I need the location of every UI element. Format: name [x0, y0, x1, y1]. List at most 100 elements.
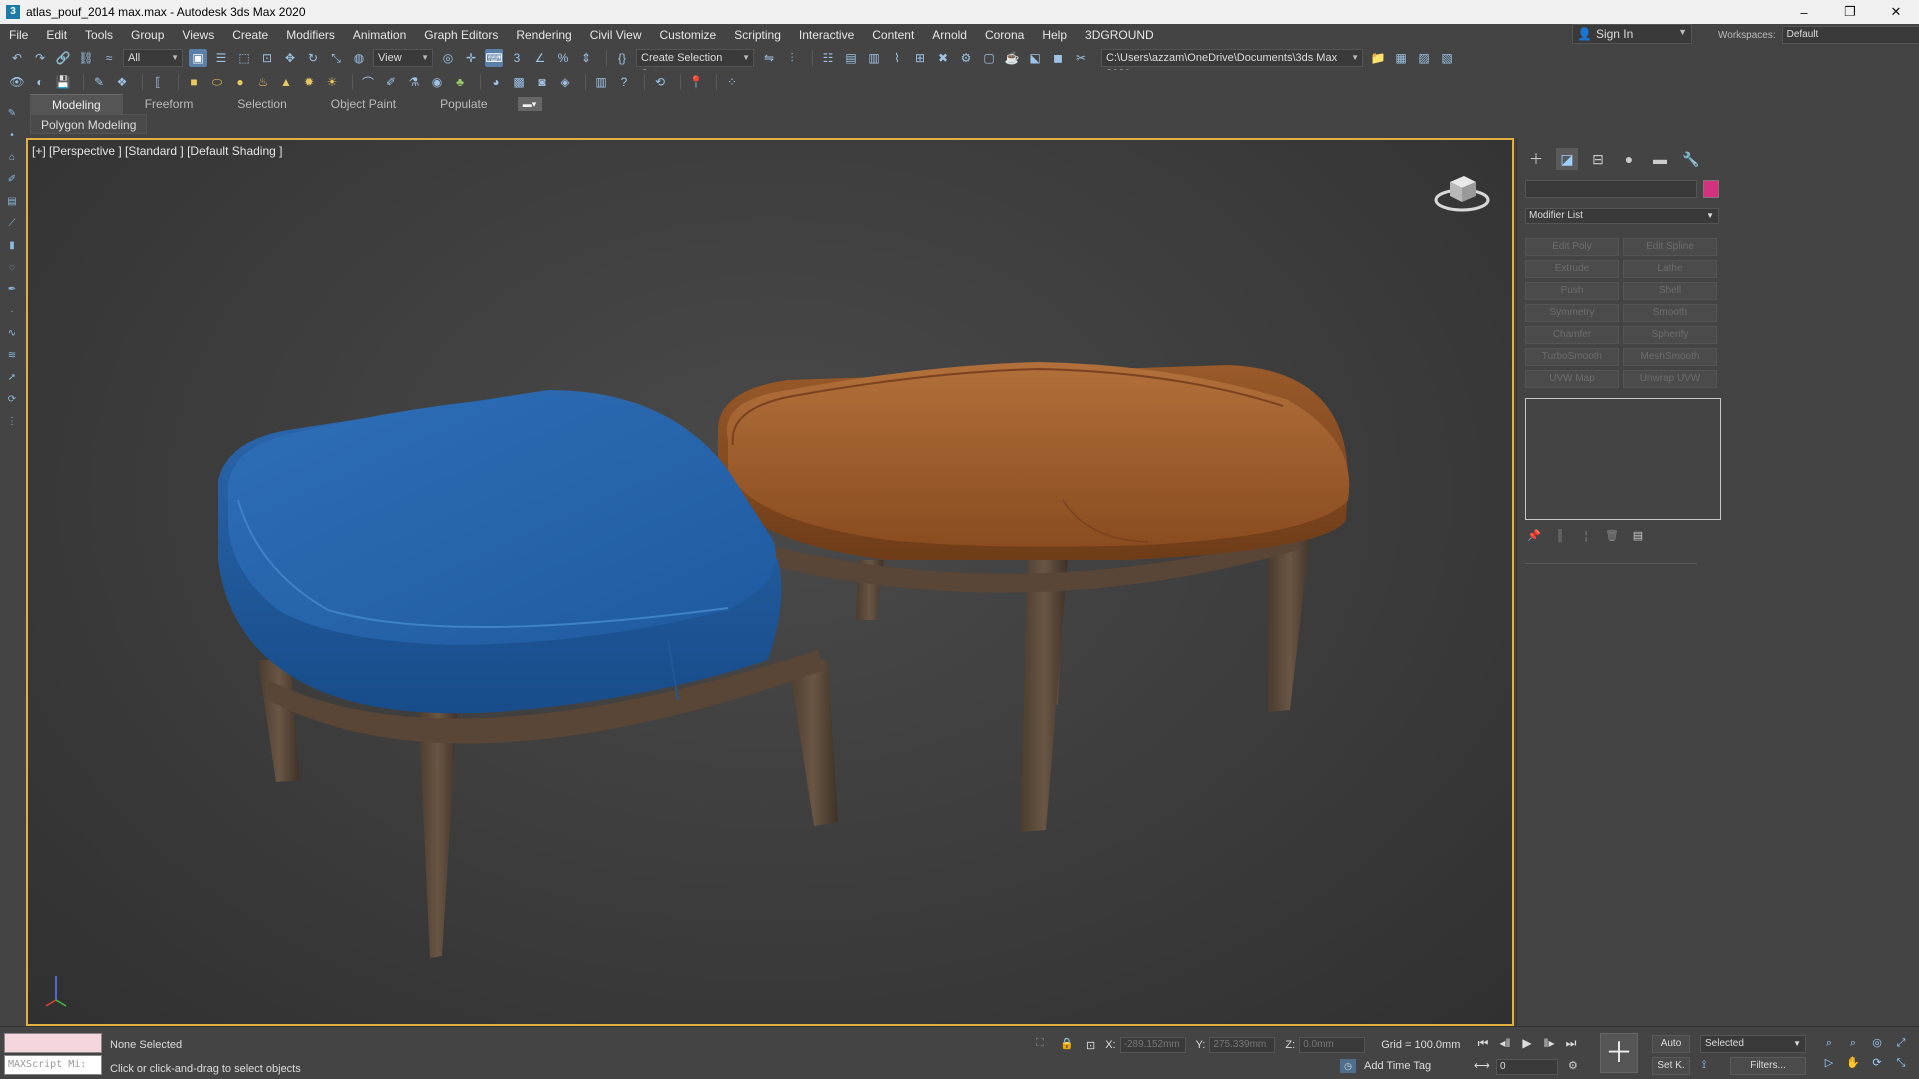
mirror-icon[interactable]: ⇋ — [760, 49, 778, 67]
keyboard-shortcut-icon[interactable]: ⌨ — [485, 49, 503, 67]
help-icon[interactable]: ? — [615, 73, 633, 91]
zoom-extents-all-icon[interactable]: ⤢ — [1892, 1035, 1910, 1051]
spinner-snap-icon[interactable]: ⇕ — [577, 49, 595, 67]
shapes-icon[interactable]: ✐ — [6, 174, 18, 186]
current-frame-field[interactable]: 0 — [1496, 1059, 1558, 1075]
place-icon[interactable]: ◍ — [350, 49, 368, 67]
vertex-icon[interactable]: · — [6, 306, 18, 318]
named-selection-dropdown[interactable]: Create Selection Set ▼ — [636, 49, 754, 80]
hierarchy-tab-icon[interactable]: ⊟ — [1587, 148, 1609, 170]
show-end-result-icon[interactable]: ║ — [1551, 528, 1569, 544]
project-path-dropdown[interactable]: C:\Users\azzam\OneDrive\Documents\3ds Ma… — [1101, 49, 1363, 80]
scissors-icon[interactable]: ✂ — [1072, 49, 1090, 67]
perspective-viewport[interactable]: [+] [Perspective ] [Standard ] [Default … — [26, 138, 1514, 1026]
pin-stack-icon[interactable]: 📌 — [1525, 528, 1543, 544]
object-name-field[interactable] — [1525, 180, 1697, 198]
tree-icon[interactable]: ♣ — [451, 73, 469, 91]
edge-icon[interactable]: ⟋ — [6, 218, 18, 230]
shell-button[interactable]: Shell — [1623, 282, 1717, 300]
spherify-button[interactable]: Spherify — [1623, 326, 1717, 344]
tab-freeform[interactable]: Freeform — [123, 94, 216, 114]
isolate-icon[interactable]: ⛶ — [1036, 1037, 1044, 1050]
menu-arnold[interactable]: Arnold — [923, 24, 976, 46]
schematic-view-icon[interactable]: ⊞ — [911, 49, 929, 67]
refresh-icon[interactable]: ⟲ — [651, 73, 669, 91]
menu-content[interactable]: Content — [863, 24, 923, 46]
display-tab-icon[interactable]: ▬ — [1649, 148, 1671, 170]
more-icon[interactable]: ⋮ — [6, 416, 18, 428]
scene-explorer-icon[interactable]: ☷ — [819, 49, 837, 67]
motion-tab-icon[interactable]: ● — [1618, 148, 1640, 170]
x-coordinate-field[interactable]: -289.152mm — [1119, 1037, 1186, 1053]
pivot-center-icon[interactable]: ◎ — [439, 49, 457, 67]
key-filter-dropdown[interactable]: Selected ▼ — [1700, 1035, 1806, 1053]
grid-material-icon[interactable]: ▩ — [510, 73, 528, 91]
snaps-toggle-icon[interactable]: 3 — [508, 49, 526, 67]
maxscript-output[interactable] — [4, 1033, 102, 1053]
ribbon-toggle-icon[interactable]: ▥ — [865, 49, 883, 67]
dot-icon[interactable]: • — [6, 130, 18, 142]
geometry-icon[interactable]: ⌂ — [6, 152, 18, 164]
rotate-icon[interactable]: ↻ — [304, 49, 322, 67]
smooth-button[interactable]: Smooth — [1623, 304, 1717, 322]
close-button[interactable]: ✕ — [1873, 0, 1919, 24]
bind-space-warp-icon[interactable]: ≈ — [100, 49, 118, 67]
edit-spline-icon[interactable]: ✐ — [382, 73, 400, 91]
menu-interactive[interactable]: Interactive — [790, 24, 863, 46]
goto-start-icon[interactable]: ⏮ — [1474, 1035, 1492, 1051]
maximize-viewport-icon[interactable]: ⤡ — [1892, 1055, 1910, 1071]
modify-tab-icon[interactable]: ◪ — [1556, 148, 1578, 170]
pan-icon[interactable]: ✋ — [1844, 1055, 1862, 1071]
sun-icon[interactable]: ☀ — [323, 73, 341, 91]
make-unique-icon[interactable]: ¦ — [1577, 528, 1595, 544]
configure-sets-icon[interactable]: ▤ — [1629, 528, 1647, 544]
menu-corona[interactable]: Corona — [976, 24, 1033, 46]
ribbon-panel-label[interactable]: Polygon Modeling — [30, 114, 148, 134]
orbit-icon[interactable]: ⟳ — [1868, 1055, 1886, 1071]
render-production-icon[interactable]: ☕ — [1003, 49, 1021, 67]
brush-icon[interactable]: ✒ — [6, 284, 18, 296]
menu-file[interactable]: File — [0, 24, 37, 46]
auto-key-button[interactable]: Auto — [1652, 1035, 1690, 1053]
workspace-dropdown[interactable]: Default ▼ — [1781, 26, 1919, 44]
spline-icon[interactable]: ⌒ — [359, 73, 377, 91]
selection-filter-dropdown[interactable]: All ▼ — [123, 49, 183, 67]
viewport-layout-icon[interactable]: 👁 — [8, 73, 26, 91]
field-of-view-icon[interactable]: ▷ — [1820, 1055, 1838, 1071]
lightmix-icon[interactable]: ◈ — [556, 73, 574, 91]
render-sphere-icon[interactable]: ◕ — [487, 73, 505, 91]
orbit-icon[interactable]: ◌ — [6, 262, 18, 274]
time-configuration-icon[interactable]: ⚙ — [1568, 1059, 1578, 1072]
next-frame-icon[interactable]: ‖▸ — [1540, 1035, 1558, 1051]
unlink-icon[interactable]: ⛓ — [77, 49, 95, 67]
tab-populate[interactable]: Populate — [418, 94, 509, 114]
goto-end-icon[interactable]: ⏭ — [1562, 1035, 1580, 1051]
modifier-stack[interactable] — [1525, 398, 1721, 520]
z-coordinate-field[interactable]: 0.0mm — [1299, 1037, 1366, 1053]
edit-spline-button[interactable]: Edit Spline — [1623, 238, 1717, 256]
layer-explorer-icon[interactable]: ▤ — [842, 49, 860, 67]
time-config-icon[interactable]: ⟷ — [1474, 1059, 1490, 1072]
window-crossing-icon[interactable]: ⊡ — [258, 49, 276, 67]
object-color-swatch[interactable] — [1703, 180, 1719, 198]
zoom-extents-icon[interactable]: ◎ — [1868, 1035, 1886, 1051]
meshsmooth-button[interactable]: MeshSmooth — [1623, 348, 1717, 366]
turbosmooth-button[interactable]: TurboSmooth — [1525, 348, 1619, 366]
select-manipulate-icon[interactable]: ✛ — [462, 49, 480, 67]
cylinder-icon[interactable]: ⬭ — [208, 73, 226, 91]
material-editor-icon[interactable]: ✖ — [934, 49, 952, 67]
edit-named-selection-icon[interactable]: {} — [613, 49, 631, 67]
light-icon[interactable]: ✹ — [300, 73, 318, 91]
viewcube[interactable] — [1432, 164, 1490, 216]
loop-icon[interactable]: ∿ — [6, 328, 18, 340]
open-folder-icon[interactable]: 📁 — [1369, 49, 1387, 67]
key-filters-button[interactable]: Filters... — [1730, 1057, 1806, 1075]
relax-icon[interactable]: ≋ — [6, 350, 18, 362]
absolute-mode-icon[interactable]: ⊡ — [1086, 1039, 1095, 1052]
modifier-list-dropdown[interactable]: Modifier List ▼ — [1525, 208, 1719, 224]
undo-icon[interactable]: ↶ — [8, 49, 26, 67]
create-layer-icon[interactable]: ✎ — [90, 73, 108, 91]
scene-states-icon[interactable]: ◐ — [31, 73, 49, 91]
project-window-icon[interactable]: ▦ — [1392, 49, 1410, 67]
menu-help[interactable]: Help — [1033, 24, 1076, 46]
